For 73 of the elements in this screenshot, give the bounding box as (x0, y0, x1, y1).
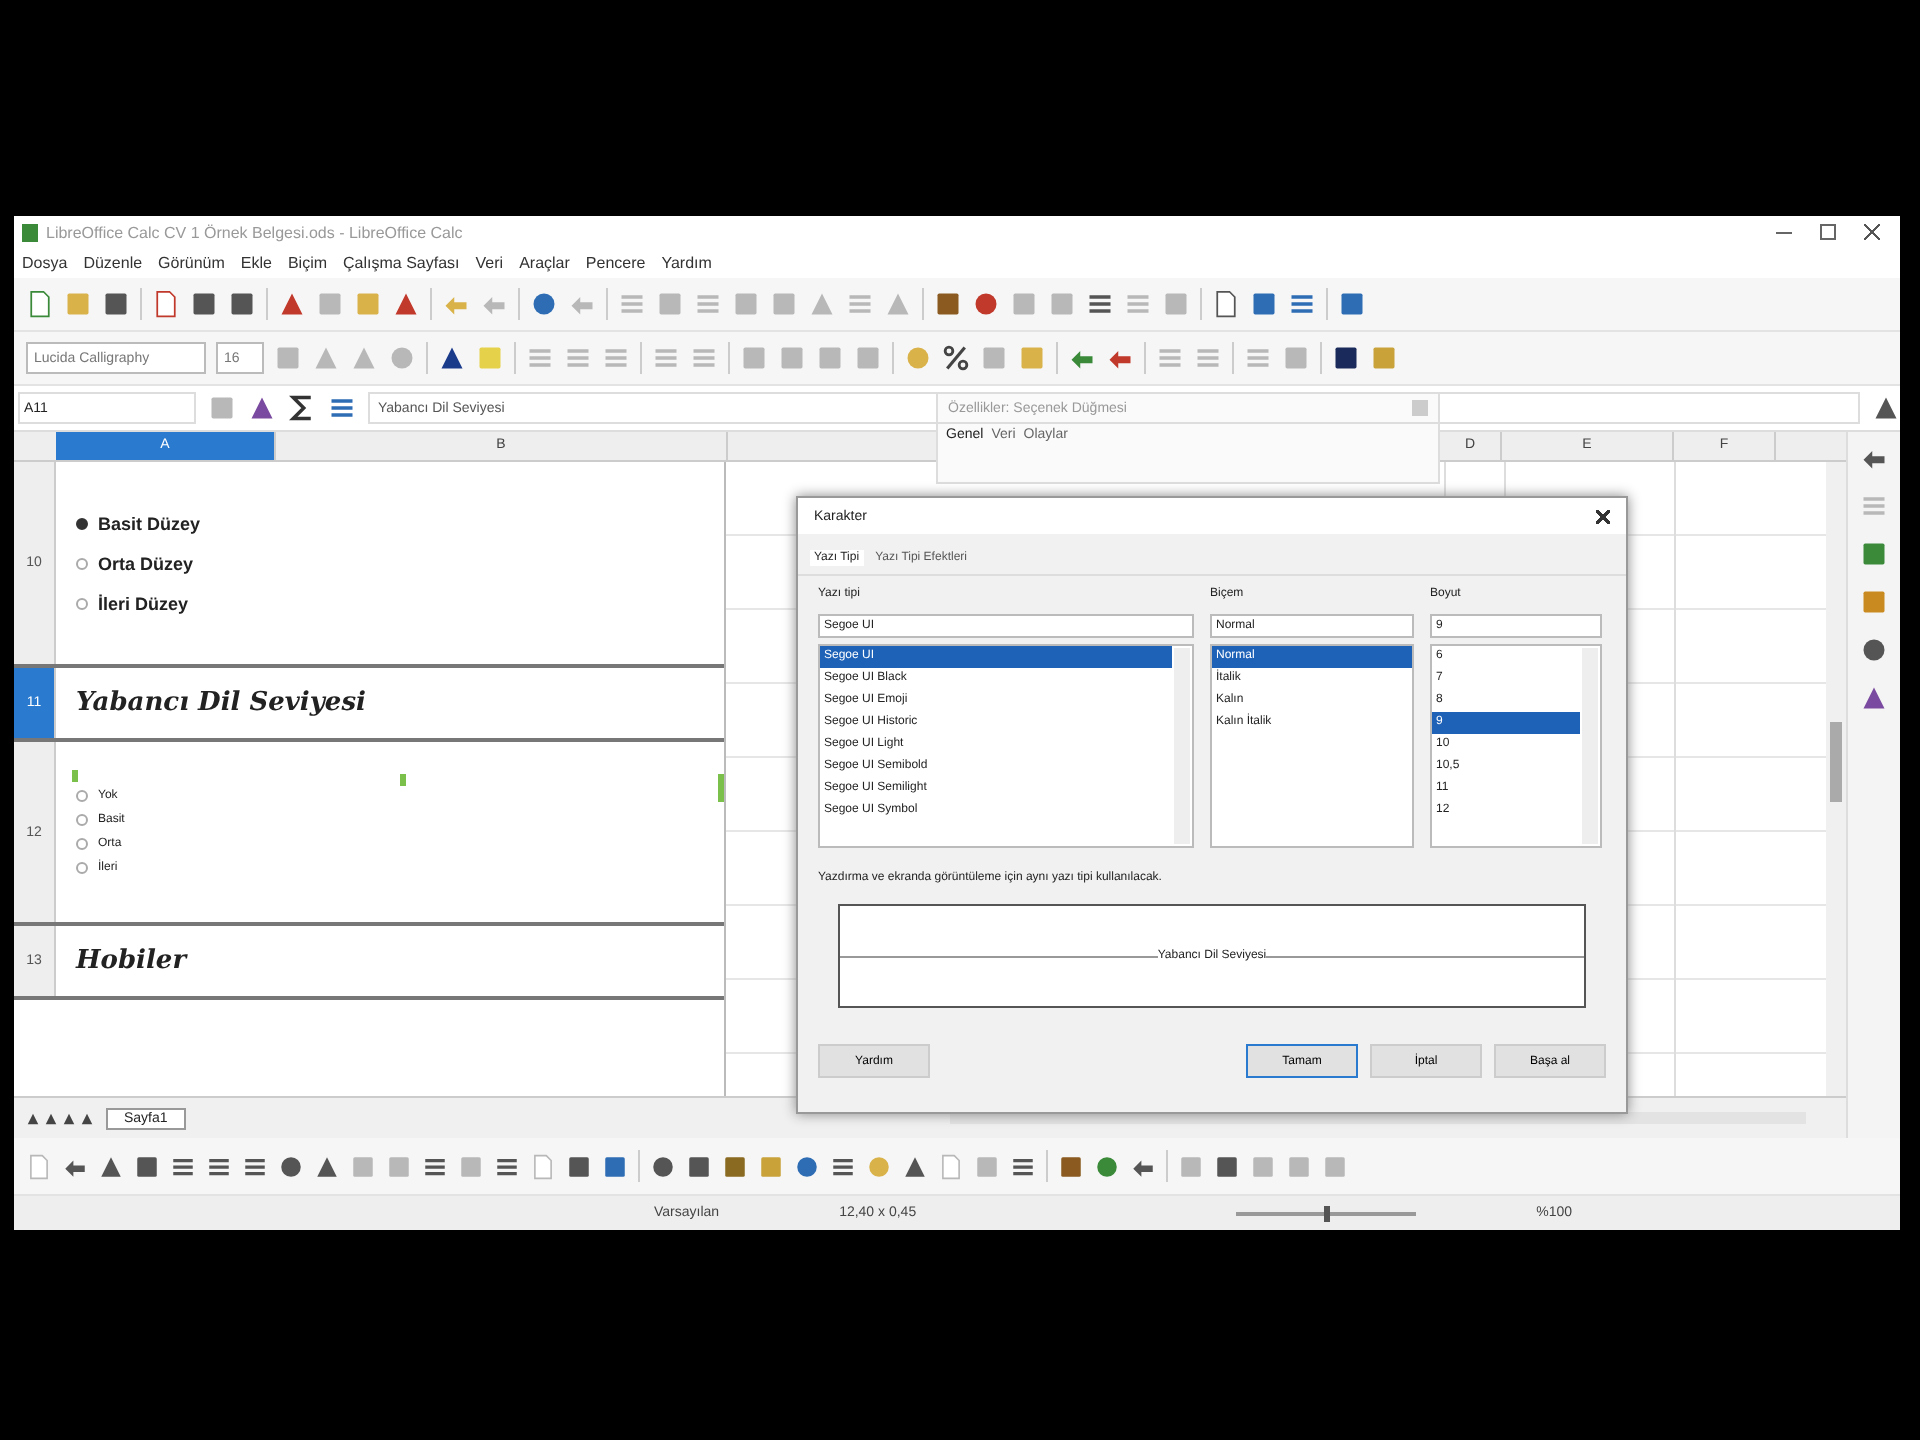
circle-icon[interactable] (278, 1153, 304, 1179)
square-icon[interactable] (102, 290, 130, 318)
option-label: Orta Düzey (98, 553, 194, 573)
lines-icon[interactable] (242, 1153, 268, 1179)
menu-item[interactable]: Çalışma Sayfası (343, 254, 460, 272)
square-icon[interactable] (1058, 1153, 1084, 1179)
circle-icon[interactable] (972, 290, 1000, 318)
menu-item[interactable]: Ekle (240, 254, 272, 272)
triangle-icon[interactable] (314, 1153, 340, 1179)
menu-item[interactable]: Düzenle (83, 254, 143, 272)
page-icon[interactable] (152, 290, 180, 318)
menu-item[interactable]: Görünüm (158, 254, 225, 272)
menu-item[interactable]: Dosya (22, 254, 68, 272)
square-icon[interactable] (228, 290, 256, 318)
circle-icon[interactable] (530, 290, 558, 318)
circle-icon[interactable] (1860, 636, 1888, 664)
triangle-icon[interactable] (1872, 394, 1900, 422)
selection-handle[interactable] (72, 770, 78, 782)
radio-button[interactable] (76, 814, 88, 826)
cell-text: Hobiler (76, 946, 190, 976)
page-icon[interactable] (1212, 290, 1240, 318)
circle-icon[interactable] (794, 1153, 820, 1179)
lines-icon[interactable] (170, 1153, 196, 1179)
lines-icon[interactable] (494, 1153, 520, 1179)
square-icon[interactable] (1332, 344, 1360, 372)
radio-button[interactable] (76, 838, 88, 850)
triangle-icon[interactable] (1860, 684, 1888, 712)
triangle-icon[interactable] (98, 1153, 124, 1179)
radio-button[interactable] (76, 597, 88, 609)
selection-handle[interactable] (400, 774, 406, 786)
slider-thumb[interactable] (1324, 1205, 1331, 1221)
menu-item[interactable]: Biçim (287, 254, 328, 272)
square-icon[interactable] (134, 1153, 160, 1179)
circle-icon[interactable] (650, 1153, 676, 1179)
window-title: LibreOffice Calc CV 1 Örnek Belgesi.ods - LibreOffice Calc (46, 223, 465, 241)
lines-icon[interactable] (206, 1153, 232, 1179)
radio-button[interactable] (76, 862, 88, 874)
square-icon[interactable] (566, 1153, 592, 1179)
triangle-icon[interactable] (248, 394, 276, 422)
lines-icon[interactable] (1086, 290, 1114, 318)
lines-icon[interactable] (830, 1153, 856, 1179)
lines-icon[interactable] (422, 1153, 448, 1179)
scroll-bar[interactable] (1174, 648, 1190, 844)
percent-icon[interactable] (942, 344, 970, 372)
triangle-icon[interactable] (278, 290, 306, 318)
scroll-bar[interactable] (1582, 648, 1598, 844)
triangle-icon[interactable] (438, 344, 466, 372)
circle-icon[interactable] (1094, 1153, 1120, 1179)
menu-item[interactable]: Veri (475, 254, 504, 272)
lines-icon[interactable] (328, 394, 356, 422)
square-icon[interactable] (1214, 1153, 1240, 1179)
lines-icon[interactable] (1288, 290, 1316, 318)
square-icon[interactable] (190, 290, 218, 318)
option-label: İleri Düzey (98, 593, 189, 613)
triangle-icon[interactable] (392, 290, 420, 318)
menu-item[interactable]: Yardım (661, 254, 712, 272)
triangle-icon[interactable] (902, 1153, 928, 1179)
cell-text: Yabancı Dil Seviyesi (76, 688, 368, 718)
lines-icon[interactable] (1010, 1153, 1036, 1179)
square-icon[interactable] (934, 290, 962, 318)
maximize-icon[interactable] (1820, 224, 1836, 240)
menu-item[interactable]: Pencere (585, 254, 646, 272)
radio-button[interactable] (76, 557, 88, 569)
spreadsheet-icon (22, 223, 38, 241)
radio-button[interactable] (76, 790, 88, 802)
square-icon[interactable] (686, 1153, 712, 1179)
selection-handle[interactable] (718, 774, 724, 802)
page-icon[interactable] (26, 290, 54, 318)
scroll-bar[interactable] (1826, 462, 1846, 1096)
radio-button[interactable] (76, 517, 88, 529)
sum-icon[interactable] (288, 394, 316, 422)
option-label: Basit Düzey (98, 513, 201, 533)
menu-item[interactable]: Araçlar (519, 254, 570, 272)
